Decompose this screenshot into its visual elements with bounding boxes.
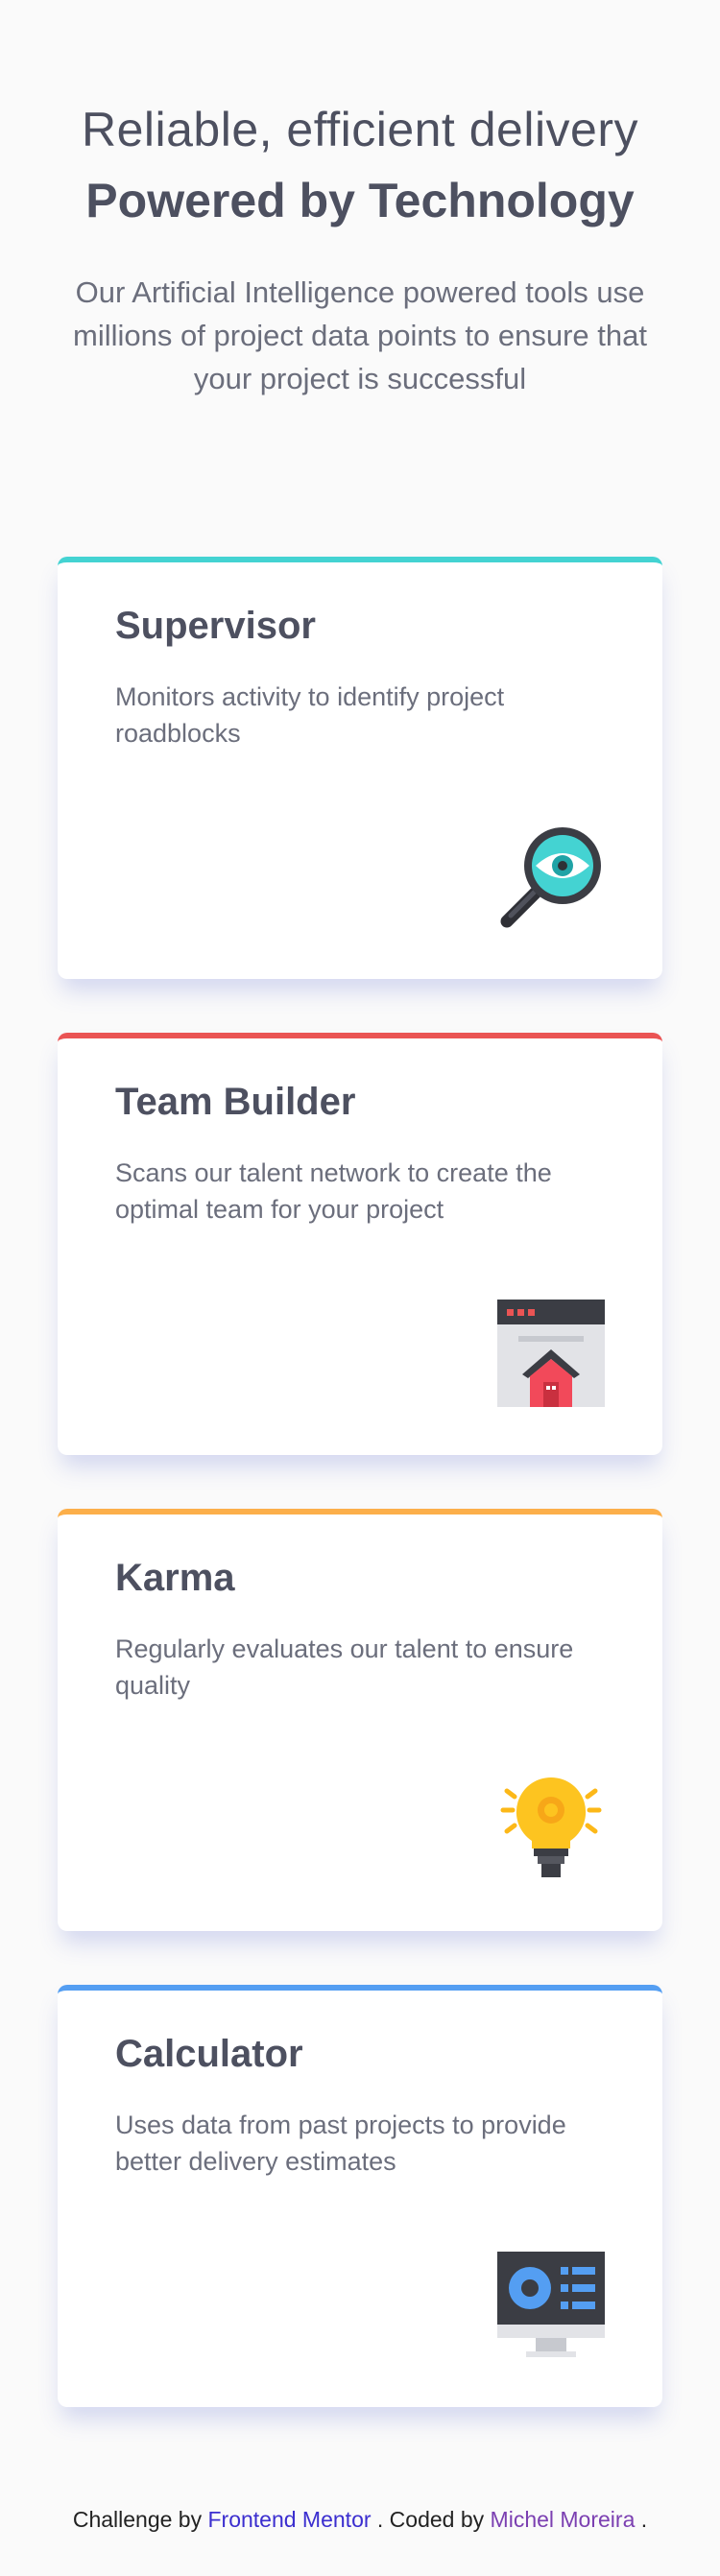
card-title: Calculator [115,2033,303,2075]
attribution-footer: Challenge by Frontend Mentor . Coded by … [0,2507,720,2533]
card-team-builder: Team Builder Scans our talent network to… [58,1033,662,1455]
heading-line-2: Powered by Technology [85,174,635,227]
card-supervisor: Supervisor Monitors activity to identify… [58,557,662,979]
card-title: Supervisor [115,605,316,647]
heading-line-1: Reliable, efficient delivery [81,103,639,156]
footer-suffix: . [640,2507,648,2532]
footer-middle: . Coded by [376,2507,485,2532]
monitor-chart-icon [497,2252,605,2359]
lightbulb-icon [497,1776,605,1883]
browser-house-icon [497,1300,605,1407]
frontend-mentor-link[interactable]: Frontend Mentor [207,2507,371,2532]
card-text: Regularly evaluates our talent to ensure… [115,1634,574,1700]
card-karma: Karma Regularly evaluates our talent to … [58,1509,662,1931]
card-text: Monitors activity to identify project ro… [115,682,505,748]
card-title: Karma [115,1557,235,1599]
magnifier-eye-icon [497,823,605,931]
card-calculator: Calculator Uses data from past projects … [58,1985,662,2407]
author-link[interactable]: Michel Moreira [491,2507,636,2532]
card-text: Scans our talent network to create the o… [115,1158,552,1224]
card-title: Team Builder [115,1081,356,1123]
footer-prefix: Challenge by [72,2507,203,2532]
page-header: Reliable, efficient delivery Powered by … [0,96,720,400]
card-text: Uses data from past projects to provide … [115,2111,566,2176]
header-description: Our Artificial Intelligence powered tool… [73,275,647,395]
